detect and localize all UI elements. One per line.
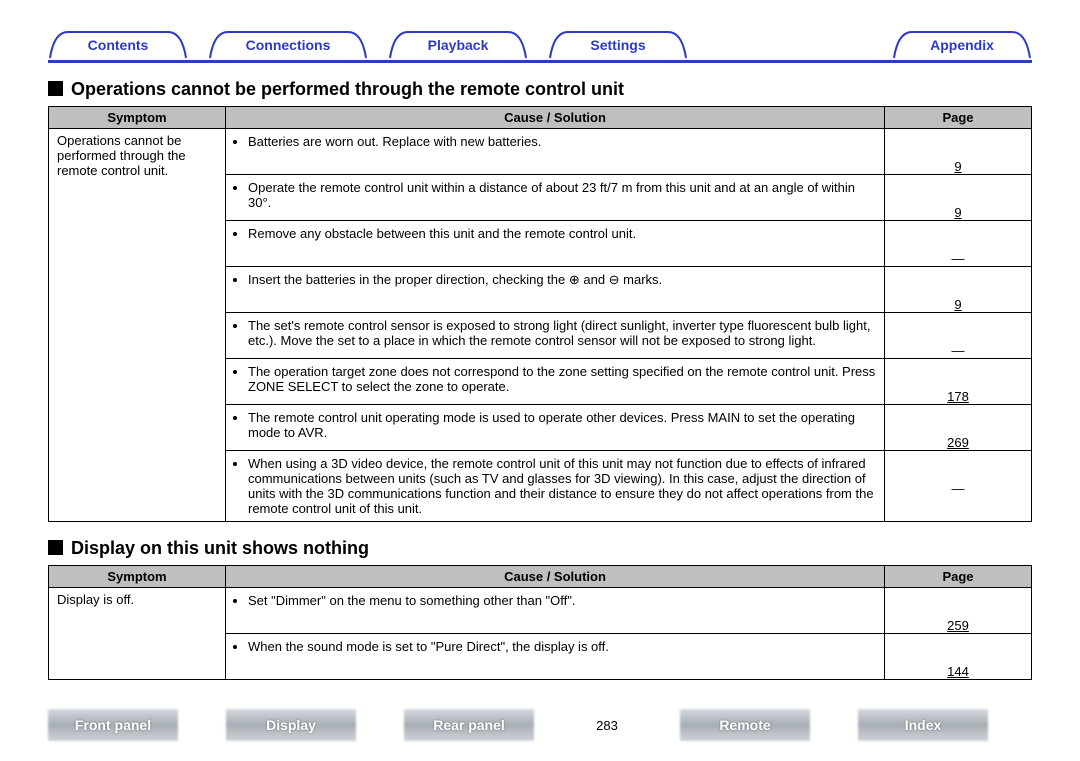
bottom-nav: Front panel Display Rear panel 283 Remot… <box>48 709 1032 741</box>
cause-cell: When the sound mode is set to "Pure Dire… <box>226 634 885 680</box>
cause-cell: The remote control unit operating mode i… <box>226 405 885 451</box>
page-cell[interactable]: 9 <box>885 129 1032 175</box>
cause-text: When the sound mode is set to "Pure Dire… <box>248 639 876 654</box>
troubleshoot-table-display: Symptom Cause / Solution Page Display is… <box>48 565 1032 680</box>
cause-text: When using a 3D video device, the remote… <box>248 456 876 516</box>
symptom-cell: Display is off. <box>49 588 226 680</box>
square-icon <box>48 540 63 555</box>
section-title: Display on this unit shows nothing <box>71 538 369 558</box>
cause-cell: Batteries are worn out. Replace with new… <box>226 129 885 175</box>
cause-text: Insert the batteries in the proper direc… <box>248 272 876 288</box>
section-title: Operations cannot be performed through t… <box>71 79 624 99</box>
page-cell: — <box>885 313 1032 359</box>
symptom-cell: Operations cannot be performed through t… <box>49 129 226 522</box>
tab-settings[interactable]: Settings <box>548 30 688 60</box>
square-icon <box>48 81 63 96</box>
th-page: Page <box>885 107 1032 129</box>
cause-text: The remote control unit operating mode i… <box>248 410 876 440</box>
page-cell[interactable]: 178 <box>885 359 1032 405</box>
bottom-item-front-panel[interactable]: Front panel <box>48 709 178 741</box>
cause-text: The set's remote control sensor is expos… <box>248 318 876 348</box>
troubleshoot-table-remote: Symptom Cause / Solution Page Operations… <box>48 106 1032 522</box>
page-cell[interactable]: 269 <box>885 405 1032 451</box>
cause-text: Batteries are worn out. Replace with new… <box>248 134 876 149</box>
bottom-label: Front panel <box>48 709 178 741</box>
cause-text: The operation target zone does not corre… <box>248 364 876 394</box>
cause-cell: When using a 3D video device, the remote… <box>226 451 885 522</box>
bottom-label: Index <box>858 709 988 741</box>
bottom-item-remote[interactable]: Remote <box>680 709 810 741</box>
th-page: Page <box>885 566 1032 588</box>
section-heading-display: Display on this unit shows nothing <box>48 538 1032 559</box>
page-cell[interactable]: 144 <box>885 634 1032 680</box>
cause-text: Set "Dimmer" on the menu to something ot… <box>248 593 876 608</box>
page-cell: — <box>885 221 1032 267</box>
top-nav-bar: Contents Connections Playback Settings A… <box>48 30 1032 63</box>
page-number: 283 <box>582 718 632 733</box>
tab-contents[interactable]: Contents <box>48 30 188 60</box>
cause-cell: The operation target zone does not corre… <box>226 359 885 405</box>
bottom-label: Rear panel <box>404 709 534 741</box>
cause-cell: The set's remote control sensor is expos… <box>226 313 885 359</box>
cause-text: Remove any obstacle between this unit an… <box>248 226 876 241</box>
th-symptom: Symptom <box>49 566 226 588</box>
tab-connections[interactable]: Connections <box>208 30 368 60</box>
tab-appendix[interactable]: Appendix <box>892 30 1032 60</box>
tab-playback[interactable]: Playback <box>388 30 528 60</box>
page-cell[interactable]: 9 <box>885 267 1032 313</box>
bottom-label: Display <box>226 709 356 741</box>
bottom-label: Remote <box>680 709 810 741</box>
cause-text: Operate the remote control unit within a… <box>248 180 876 210</box>
bottom-item-display[interactable]: Display <box>226 709 356 741</box>
th-cause: Cause / Solution <box>226 566 885 588</box>
cause-cell: Operate the remote control unit within a… <box>226 175 885 221</box>
section-heading-remote: Operations cannot be performed through t… <box>48 79 1032 100</box>
page-cell[interactable]: 9 <box>885 175 1032 221</box>
bottom-item-rear-panel[interactable]: Rear panel <box>404 709 534 741</box>
page-cell: — <box>885 451 1032 522</box>
cause-cell: Set "Dimmer" on the menu to something ot… <box>226 588 885 634</box>
th-symptom: Symptom <box>49 107 226 129</box>
page-cell[interactable]: 259 <box>885 588 1032 634</box>
bottom-item-index[interactable]: Index <box>858 709 988 741</box>
th-cause: Cause / Solution <box>226 107 885 129</box>
cause-cell: Remove any obstacle between this unit an… <box>226 221 885 267</box>
cause-cell: Insert the batteries in the proper direc… <box>226 267 885 313</box>
